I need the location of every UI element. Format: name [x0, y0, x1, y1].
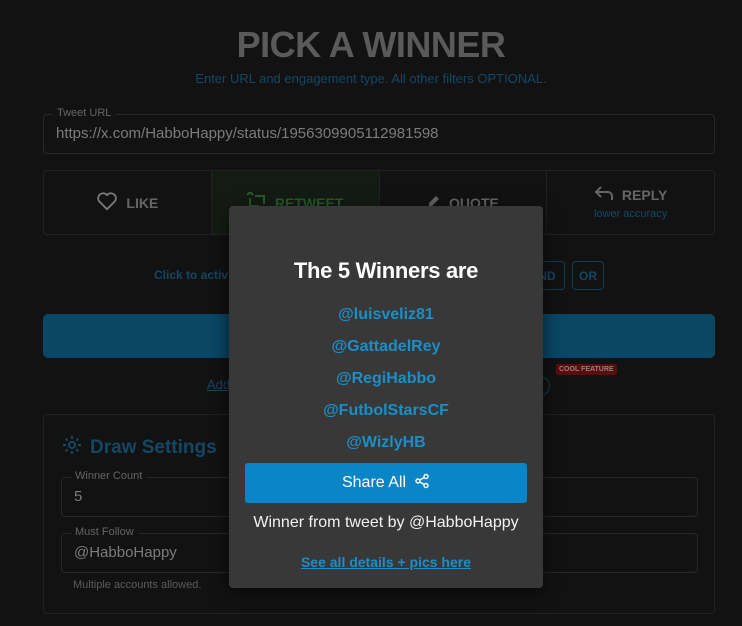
- share-all-label: Share All: [341, 474, 407, 491]
- winners-modal: The 5 Winners are @luisveliz81 @Gattadel…: [229, 206, 543, 588]
- winner-link[interactable]: @GattadelRey: [229, 336, 543, 368]
- see-details-link[interactable]: See all details + pics here: [229, 554, 543, 570]
- winner-link[interactable]: @FutbolStarsCF: [229, 400, 543, 432]
- share-all-button[interactable]: Share All: [245, 463, 527, 503]
- share-icon: [414, 473, 430, 494]
- winner-link[interactable]: @luisveliz81: [229, 304, 543, 336]
- winners-modal-title: The 5 Winners are: [293, 258, 479, 283]
- winner-source-text: Winner from tweet by @HabboHappy: [253, 514, 519, 531]
- winners-list: @luisveliz81 @GattadelRey @RegiHabbo @Fu…: [229, 304, 543, 464]
- winner-link[interactable]: @WizlyHB: [229, 432, 543, 464]
- winner-link[interactable]: @RegiHabbo: [229, 368, 543, 400]
